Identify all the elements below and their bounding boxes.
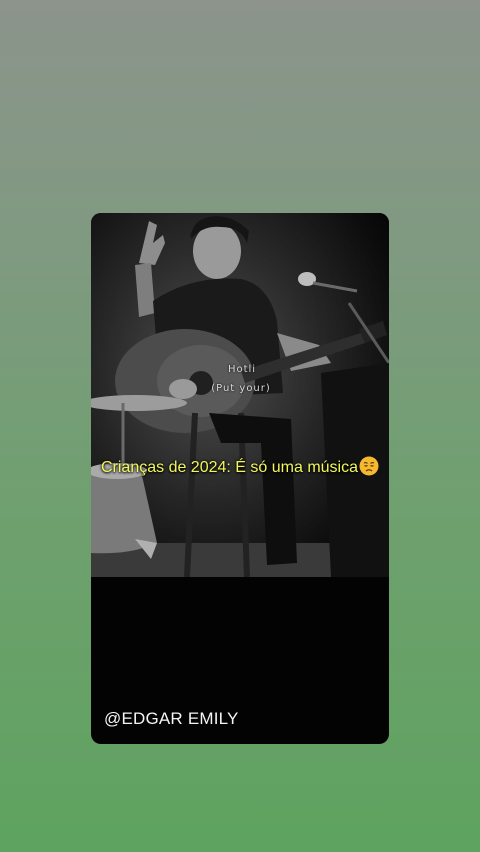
lyric-line-2: (Put your) <box>211 383 271 394</box>
story-card[interactable]: Hotli (Put your) Crianças de 2024: É só … <box>91 213 389 744</box>
caption-text-overlay: Crianças de 2024: É só uma música <box>91 456 389 477</box>
caption-text: Crianças de 2024: É só uma música <box>100 459 358 476</box>
author-username[interactable]: @EDGAR EMILY <box>104 709 239 729</box>
performer-video-image <box>91 213 389 577</box>
lyric-line-1: Hotli <box>227 364 257 375</box>
video-frame[interactable]: Hotli (Put your) <box>91 213 389 577</box>
worried-face-emoji-icon <box>359 456 379 476</box>
